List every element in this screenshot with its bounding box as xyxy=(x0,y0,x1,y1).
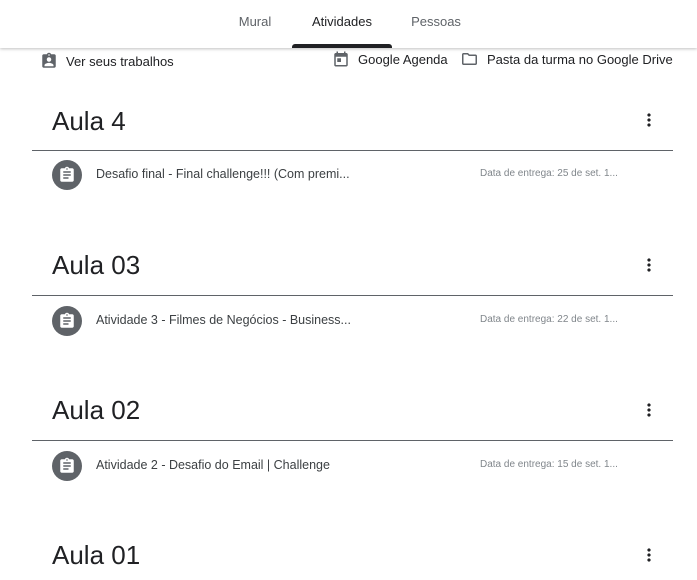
topic-title: Aula 4 xyxy=(52,106,126,136)
folder-icon xyxy=(460,50,479,68)
more-vert-icon[interactable] xyxy=(639,110,659,130)
assignment-title: Atividade 3 - Filmes de Negócios - Busin… xyxy=(96,313,351,327)
assignment-ind-icon xyxy=(40,52,58,70)
topic-divider xyxy=(32,295,673,296)
assignment-title: Desafio final - Final challenge!!! (Com … xyxy=(96,167,350,181)
topic-title: Aula 01 xyxy=(52,540,141,570)
active-tab-indicator xyxy=(292,44,392,48)
assignment-row[interactable]: Desafio final - Final challenge!!! (Com … xyxy=(32,155,673,195)
assignment-title: Atividade 2 - Desafio do Email | Challen… xyxy=(96,458,330,472)
tab-mural[interactable]: Mural xyxy=(232,0,278,48)
assignment-due-date: Data de entrega: 25 de set. 1... xyxy=(480,168,618,179)
topic-divider xyxy=(32,150,673,151)
assignment-row[interactable]: Atividade 3 - Filmes de Negócios - Busin… xyxy=(32,301,673,341)
google-calendar-link[interactable]: Google Agenda xyxy=(332,50,448,68)
more-vert-icon[interactable] xyxy=(639,400,659,420)
drive-folder-label: Pasta da turma no Google Drive xyxy=(487,51,673,67)
topic-title: Aula 02 xyxy=(52,395,141,425)
assignment-row[interactable]: Atividade 2 - Desafio do Email | Challen… xyxy=(32,446,673,486)
view-your-work-link[interactable]: Ver seus trabalhos xyxy=(40,52,174,70)
tab-pessoas[interactable]: Pessoas xyxy=(404,0,468,48)
top-nav: Mural Atividades Pessoas xyxy=(0,0,697,48)
topic-divider xyxy=(32,440,673,441)
assignment-due-date: Data de entrega: 15 de set. 1... xyxy=(480,459,618,470)
topic-title: Aula 03 xyxy=(52,250,141,280)
assignment-icon xyxy=(52,451,82,481)
drive-folder-link[interactable]: Pasta da turma no Google Drive xyxy=(460,50,673,68)
assignment-icon xyxy=(52,160,82,190)
more-vert-icon[interactable] xyxy=(639,255,659,275)
calendar-icon xyxy=(332,50,350,68)
tab-atividades[interactable]: Atividades xyxy=(292,0,392,48)
google-calendar-label: Google Agenda xyxy=(358,51,448,67)
assignment-due-date: Data de entrega: 22 de set. 1... xyxy=(480,314,618,325)
more-vert-icon[interactable] xyxy=(639,545,659,565)
assignment-icon xyxy=(52,306,82,336)
view-your-work-label: Ver seus trabalhos xyxy=(66,53,174,69)
